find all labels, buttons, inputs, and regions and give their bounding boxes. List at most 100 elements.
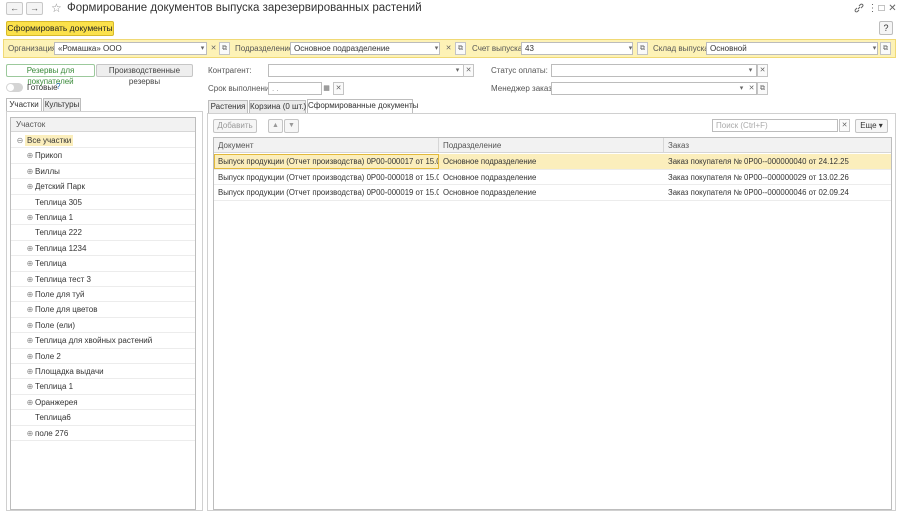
expand-icon[interactable]: ⊕: [25, 379, 35, 394]
tree-item[interactable]: ⊕ Поле для туй: [11, 287, 195, 303]
column-header-document[interactable]: Документ: [214, 138, 439, 153]
generate-documents-button[interactable]: Сформировать документы: [6, 21, 114, 36]
plots-tree[interactable]: Участок ⊖ Все участки ⊕ Прикоп ⊕ Виллы ⊕ Детски…: [10, 117, 196, 510]
expand-icon[interactable]: ⊕: [25, 256, 35, 271]
add-button[interactable]: Добавить: [213, 119, 257, 133]
tree-item[interactable]: ⊕ Поле 2: [11, 349, 195, 364]
tree-item[interactable]: ⊕ Поле для цветов: [11, 302, 195, 318]
forward-button[interactable]: →: [26, 2, 43, 15]
tree-item[interactable]: ⊕ Теплица 1234: [11, 241, 195, 257]
maximize-icon[interactable]: □: [876, 3, 887, 14]
tree-item[interactable]: ⊕ Теплица тест 3: [11, 272, 195, 287]
expand-icon[interactable]: ⊕: [25, 302, 35, 317]
tree-item-label: Поле для цветов: [35, 305, 98, 315]
column-header-order[interactable]: Заказ: [664, 138, 891, 153]
link-icon[interactable]: [853, 3, 864, 14]
organization-field[interactable]: «Ромашка» ООО: [54, 42, 207, 55]
dropdown-icon[interactable]: ▾: [625, 42, 636, 55]
tree-item[interactable]: ⊖ Все участки: [11, 133, 195, 149]
department-field[interactable]: Основное подразделение: [290, 42, 440, 55]
warehouse-field[interactable]: Основной: [706, 42, 878, 55]
column-header-department[interactable]: Подразделение: [439, 138, 664, 153]
dropdown-icon[interactable]: ▾: [431, 42, 442, 55]
expand-icon[interactable]: ⊕: [25, 349, 35, 364]
open-icon[interactable]: ⧉: [219, 42, 230, 55]
expand-icon[interactable]: ⊕: [25, 241, 35, 256]
tree-item[interactable]: ⊕ Детский Парк: [11, 179, 195, 195]
expand-icon[interactable]: ⊕: [25, 148, 35, 163]
table-row[interactable]: Выпуск продукции (Отчет производства) 0Р…: [214, 185, 891, 201]
help-button[interactable]: ?: [879, 21, 893, 35]
ready-toggle[interactable]: [6, 83, 23, 92]
tab-generated-documents[interactable]: Сформированные документы: [307, 99, 418, 113]
expand-icon[interactable]: ⊕: [25, 426, 35, 441]
tree-item[interactable]: ⊕ поле 276: [11, 426, 195, 441]
payment-status-field[interactable]: [551, 64, 757, 77]
search-input[interactable]: Поиск (Ctrl+F): [712, 119, 838, 132]
move-down-icon[interactable]: ▼: [284, 119, 299, 133]
tree-item-label: Поле 2: [35, 351, 61, 361]
open-icon[interactable]: ⧉: [637, 42, 648, 55]
more-button[interactable]: Еще ▾: [855, 119, 888, 133]
close-icon[interactable]: ✕: [887, 3, 898, 14]
collapse-icon[interactable]: ⊖: [15, 133, 25, 148]
tree-item[interactable]: ⊕ Прикоп: [11, 148, 195, 164]
dropdown-icon[interactable]: ▾: [745, 64, 756, 77]
tree-item[interactable]: Теплица 305: [11, 195, 195, 210]
dropdown-icon[interactable]: ▾: [197, 42, 208, 55]
open-icon[interactable]: ⧉: [757, 82, 768, 95]
tree-item[interactable]: ⊕ Теплица для хвойных растений: [11, 333, 195, 349]
ready-label: Готовые: [27, 83, 58, 92]
open-icon[interactable]: ⧉: [880, 42, 891, 55]
search-clear-icon[interactable]: ✕: [839, 119, 850, 132]
counterparty-field[interactable]: [268, 64, 474, 77]
favorite-star-icon[interactable]: ☆: [51, 1, 62, 15]
tab-plots[interactable]: Участки: [6, 98, 42, 112]
tab-production-reserves[interactable]: Производственные резервы: [96, 64, 193, 86]
tree-item[interactable]: ⊕ Поле (ели): [11, 318, 195, 334]
clear-icon[interactable]: ✕: [208, 42, 219, 55]
account-field[interactable]: 43: [521, 42, 633, 55]
expand-icon[interactable]: ⊕: [25, 287, 35, 302]
deadline-field[interactable]: . .: [268, 82, 322, 95]
dropdown-icon[interactable]: ▾: [452, 64, 463, 77]
back-button[interactable]: ←: [6, 2, 23, 15]
tree-item[interactable]: Теплица 222: [11, 225, 195, 241]
expand-icon[interactable]: ⊕: [25, 395, 35, 410]
expand-icon[interactable]: ⊕: [25, 364, 35, 379]
clear-icon[interactable]: ✕: [757, 64, 768, 77]
cell-department: Основное подразделение: [443, 188, 537, 197]
tab-customer-reserves[interactable]: Резервы для покупателей: [6, 64, 95, 86]
tree-item[interactable]: ⊕ Виллы: [11, 164, 195, 180]
tree-column-header: Участок: [11, 118, 195, 132]
calendar-icon[interactable]: ▦: [321, 82, 332, 95]
expand-icon[interactable]: ⊕: [25, 272, 35, 287]
open-icon[interactable]: ⧉: [455, 42, 466, 55]
order-manager-field[interactable]: [551, 82, 757, 95]
tree-item[interactable]: ⊕ Теплица: [11, 256, 195, 272]
dropdown-icon[interactable]: ▾: [869, 42, 880, 55]
tab-crops[interactable]: Культуры: [43, 98, 81, 111]
expand-icon[interactable]: ⊕: [25, 179, 35, 194]
clear-icon[interactable]: ✕: [746, 82, 757, 95]
clear-icon[interactable]: ✕: [443, 42, 454, 55]
table-row[interactable]: Выпуск продукции (Отчет производства) 0Р…: [214, 154, 891, 170]
expand-icon[interactable]: ⊕: [25, 164, 35, 179]
clear-icon[interactable]: ✕: [463, 64, 474, 77]
tree-item[interactable]: ⊕ Теплица 1: [11, 379, 195, 395]
tree-item[interactable]: Теплица6: [11, 410, 195, 426]
expand-icon[interactable]: ⊕: [25, 210, 35, 225]
tree-item-label: Поле (ели): [35, 320, 76, 330]
ready-help-icon[interactable]: ?: [56, 82, 60, 91]
tab-cart[interactable]: Корзина (0 шт.): [249, 100, 306, 113]
tree-item-label: Все участки: [25, 135, 74, 146]
tree-item[interactable]: ⊕ Площадка выдачи: [11, 364, 195, 380]
expand-icon[interactable]: ⊕: [25, 318, 35, 333]
table-row[interactable]: Выпуск продукции (Отчет производства) 0Р…: [214, 170, 891, 185]
tree-item[interactable]: ⊕ Оранжерея: [11, 395, 195, 411]
clear-icon[interactable]: ✕: [333, 82, 344, 95]
expand-icon[interactable]: ⊕: [25, 333, 35, 348]
move-up-icon[interactable]: ▲: [268, 119, 283, 133]
tab-plants[interactable]: Растения: [208, 100, 248, 113]
tree-item[interactable]: ⊕ Теплица 1: [11, 210, 195, 226]
